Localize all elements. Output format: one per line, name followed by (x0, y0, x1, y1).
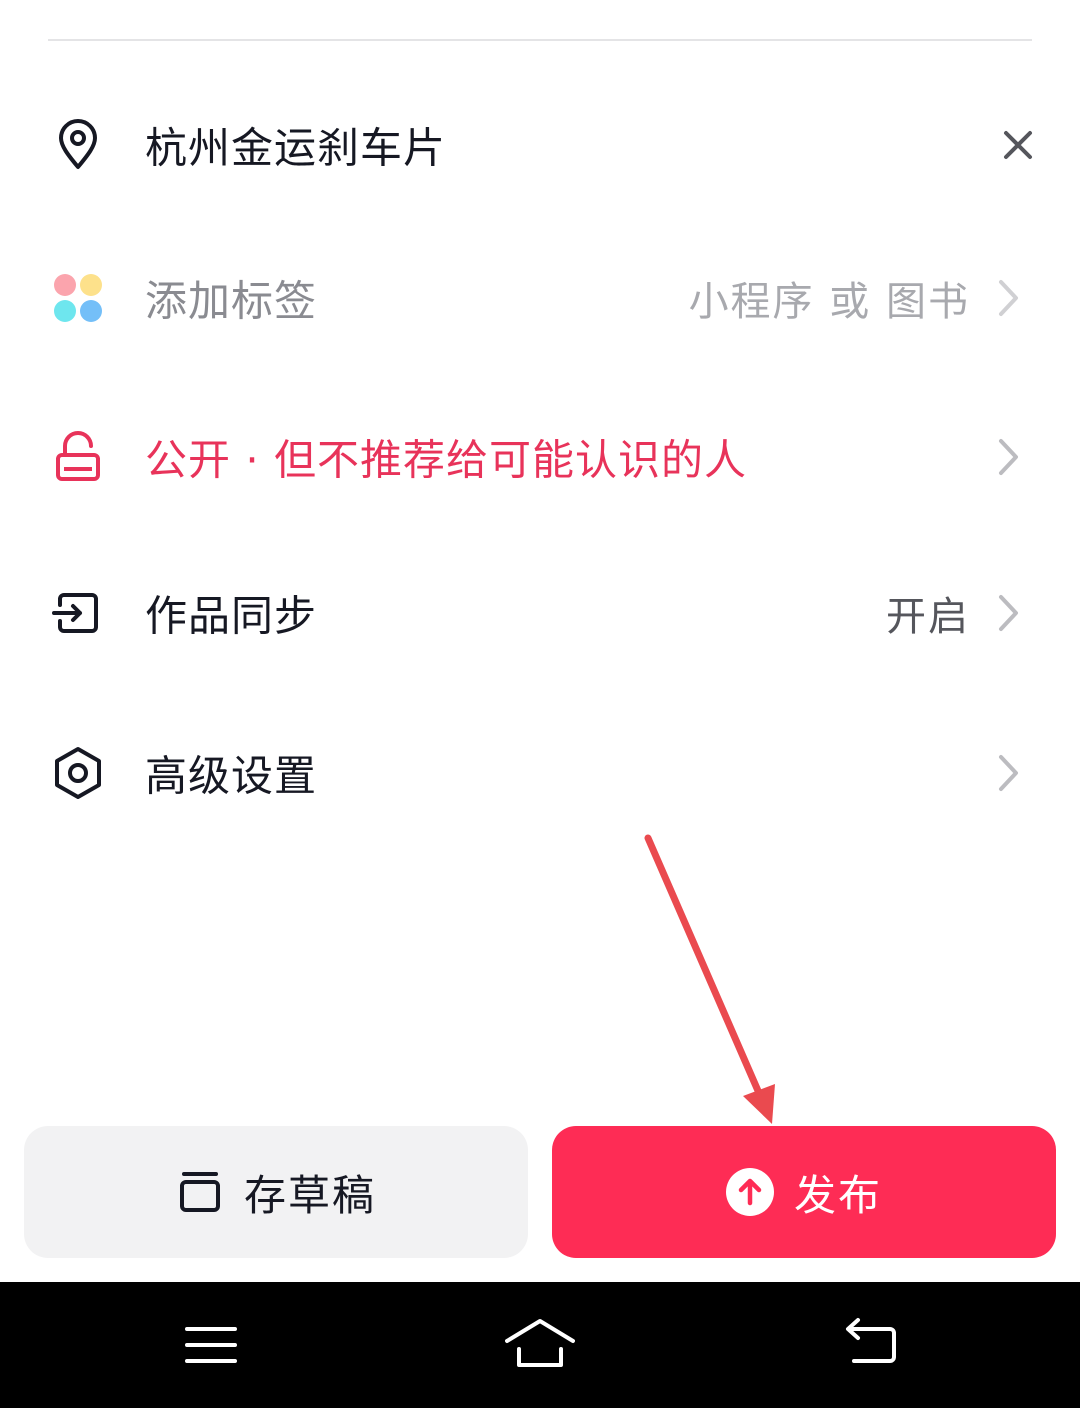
publish-label: 发布 (793, 1170, 882, 1220)
upload-arrow-icon (725, 1168, 774, 1216)
location-pin-icon (50, 117, 106, 173)
chevron-right-icon (996, 435, 1022, 479)
colorful-dots-icon (50, 270, 106, 326)
location-label: 杭州金运刹车片 (145, 123, 447, 173)
sync-enter-icon (50, 585, 106, 641)
close-icon[interactable] (1000, 127, 1036, 163)
advanced-settings-row[interactable]: 高级设置 (0, 708, 1080, 838)
home-icon[interactable] (505, 1315, 575, 1375)
menu-icon[interactable] (176, 1315, 246, 1375)
publish-settings-screen: 杭州金运刹车片 添加标签 小程序 或 图书 公开 · 但不推荐给可能认识的人 作… (0, 0, 1080, 1408)
advanced-settings-label: 高级设置 (145, 751, 318, 801)
sync-value: 开启 (886, 594, 970, 640)
privacy-label: 公开 · 但不推荐给可能认识的人 (145, 435, 748, 485)
tags-label: 添加标签 (145, 276, 318, 326)
sync-row[interactable]: 作品同步 开启 (0, 548, 1080, 678)
publish-button[interactable]: 发布 (552, 1126, 1056, 1258)
draft-box-icon (176, 1168, 224, 1216)
chevron-right-icon (996, 591, 1022, 635)
chevron-right-icon (996, 276, 1022, 320)
sync-label: 作品同步 (145, 591, 318, 641)
top-divider (48, 39, 1032, 41)
save-draft-button[interactable]: 存草稿 (24, 1126, 528, 1258)
tags-row[interactable]: 添加标签 小程序 或 图书 (0, 233, 1080, 363)
privacy-row[interactable]: 公开 · 但不推荐给可能认识的人 (0, 392, 1080, 522)
back-icon[interactable] (836, 1315, 906, 1375)
system-navigation-bar (0, 1282, 1080, 1408)
hex-settings-icon (50, 745, 106, 801)
location-row[interactable]: 杭州金运刹车片 (0, 80, 1080, 210)
tags-value: 小程序 或 图书 (688, 279, 970, 325)
save-draft-label: 存草稿 (243, 1170, 376, 1220)
unlock-icon (50, 429, 106, 485)
chevron-right-icon (996, 751, 1022, 795)
